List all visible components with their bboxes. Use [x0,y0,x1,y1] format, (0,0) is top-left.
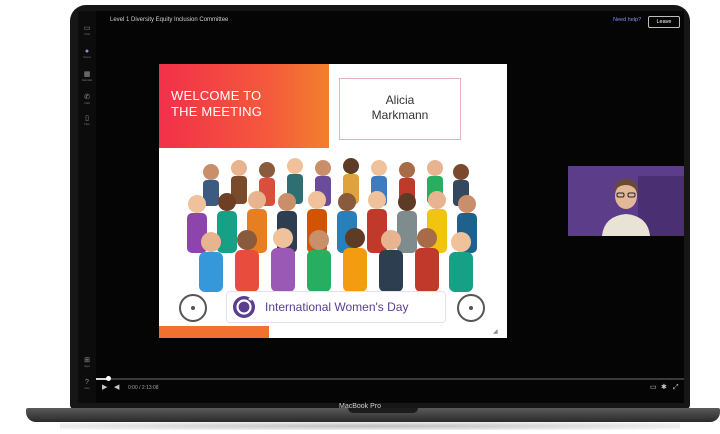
rail-item-chat[interactable]: ▭ Chat [79,25,95,36]
calls-icon: ✆ [84,94,90,101]
participant-video[interactable] [568,166,684,236]
help-icon: ? [85,379,89,386]
laptop-shadow [60,422,680,430]
rail-item-teams[interactable]: ● Teams [79,48,95,59]
files-icon: ▯ [85,115,89,122]
play-icon[interactable]: ▶ [102,384,107,392]
settings-icon[interactable]: ✱ [661,384,667,392]
presenter-name-card: Alicia Markmann [339,78,461,140]
slide-title-block: WELCOME TO THE MEETING [159,64,329,148]
rail-item-calendar[interactable]: ▦ Calendar [79,71,95,82]
meeting-topbar: Level 1 Diversity Equity Inclusion Commi… [96,11,684,31]
rail-item-apps[interactable]: ⊞ Apps [79,357,95,368]
presenter-name: Alicia Markmann [371,93,429,122]
laptop-base [26,408,720,422]
leave-button[interactable]: Leave [648,16,680,28]
device-label: MacBook Pro [338,403,382,410]
chat-icon: ▭ [83,25,91,32]
participant-avatar [568,166,684,236]
crowd-front-row [199,228,473,292]
wheelchair-right [457,294,485,322]
calendar-icon: ▦ [83,71,91,78]
resize-handle-icon: ◢ [493,329,498,335]
wheelchair-left [179,294,207,322]
rail-item-calls[interactable]: ✆ Calls [79,94,95,105]
volume-icon[interactable]: ◀ [114,384,119,392]
slide-title: WELCOME TO THE MEETING [171,88,263,119]
slide-footer-bar [159,326,269,338]
rail-item-help[interactable]: ? Help [79,379,95,390]
shared-slide: WELCOME TO THE MEETING Alicia Markmann I… [159,64,507,338]
fullscreen-icon[interactable]: ⤢ [673,384,679,392]
meeting-title: Level 1 Diversity Equity Inclusion Commi… [110,17,229,23]
iwd-text: International Women's Day [265,300,409,314]
playback-scrubber[interactable] [105,376,111,381]
rail-item-files[interactable]: ▯ Files [79,115,95,126]
iwd-banner: International Women's Day [227,292,445,322]
iwd-logo-icon [233,296,255,318]
teams-icon: ● [84,48,90,55]
apps-icon: ⊞ [84,357,90,364]
captions-icon[interactable]: ▭ [650,384,657,392]
app-rail: ▭ Chat ● Teams ▦ Calendar ✆ Calls ▯ File… [78,11,96,403]
playback-time: 0:00 / 2:13:08 [128,385,159,391]
playback-progress[interactable] [96,376,684,381]
need-help-link[interactable]: Need help? [613,17,641,23]
laptop-screen: ▭ Chat ● Teams ▦ Calendar ✆ Calls ▯ File… [78,11,684,403]
